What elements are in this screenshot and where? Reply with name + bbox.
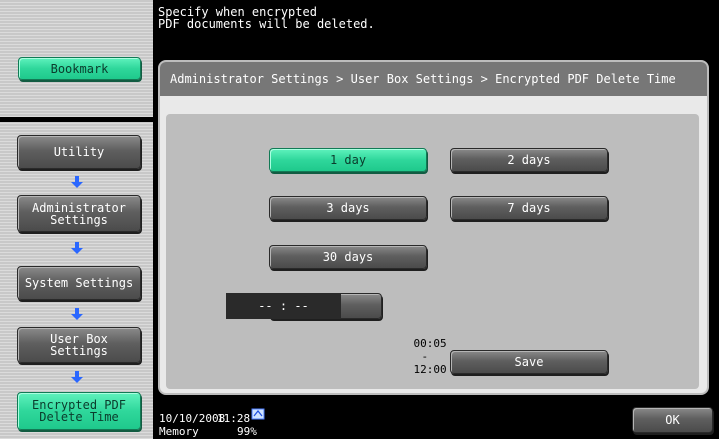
nav-encrypted-pdf-delete-time-button[interactable]: Encrypted PDF Delete Time <box>17 392 141 430</box>
time-range-end: 12:00 <box>413 363 447 376</box>
nav-arrow-down-icon <box>71 176 83 188</box>
left-column: Bookmark Utility Administrator Settings … <box>0 0 153 439</box>
option-30-days-button[interactable]: 30 days <box>269 245 427 269</box>
nav-utility-button[interactable]: Utility <box>17 135 141 169</box>
time-display-value: -- : -- <box>258 299 309 313</box>
option-3-days-button[interactable]: 3 days <box>269 196 427 220</box>
time-display: -- : -- <box>226 293 341 319</box>
ok-button[interactable]: OK <box>632 407 713 433</box>
save-button[interactable]: Save <box>450 350 608 374</box>
status-memory-label: Memory <box>159 425 199 438</box>
option-2-days-button[interactable]: 2 days <box>450 148 608 172</box>
bookmark-button[interactable]: Bookmark <box>18 57 141 80</box>
status-date: 10/10/2008 <box>159 412 226 425</box>
option-1-day-button[interactable]: 1 day <box>269 148 427 172</box>
nav-arrow-down-icon <box>71 371 83 383</box>
nav-system-settings-button[interactable]: System Settings <box>17 266 141 300</box>
nav-administrator-settings-button[interactable]: Administrator Settings <box>17 195 141 232</box>
nav-arrow-down-icon <box>71 242 83 254</box>
status-memory-value: 99% <box>237 425 257 438</box>
status-bar: 10/10/2008 11:28 Memory 99% OK <box>153 403 719 439</box>
time-range-sep: - <box>421 350 429 363</box>
instruction-message: Specify when encrypted PDF documents wil… <box>158 5 375 31</box>
time-range-start: 00:05 <box>413 337 447 350</box>
screen: Bookmark Utility Administrator Settings … <box>0 0 719 439</box>
breadcrumb: Administrator Settings > User Box Settin… <box>160 62 707 96</box>
nav-arrow-down-icon <box>71 308 83 320</box>
network-icon <box>251 408 265 420</box>
nav-user-box-settings-button[interactable]: User Box Settings <box>17 327 141 363</box>
status-time: 11:28 <box>217 412 251 425</box>
option-7-days-button[interactable]: 7 days <box>450 196 608 220</box>
time-range: 00:05 - 12:00 <box>387 324 447 389</box>
